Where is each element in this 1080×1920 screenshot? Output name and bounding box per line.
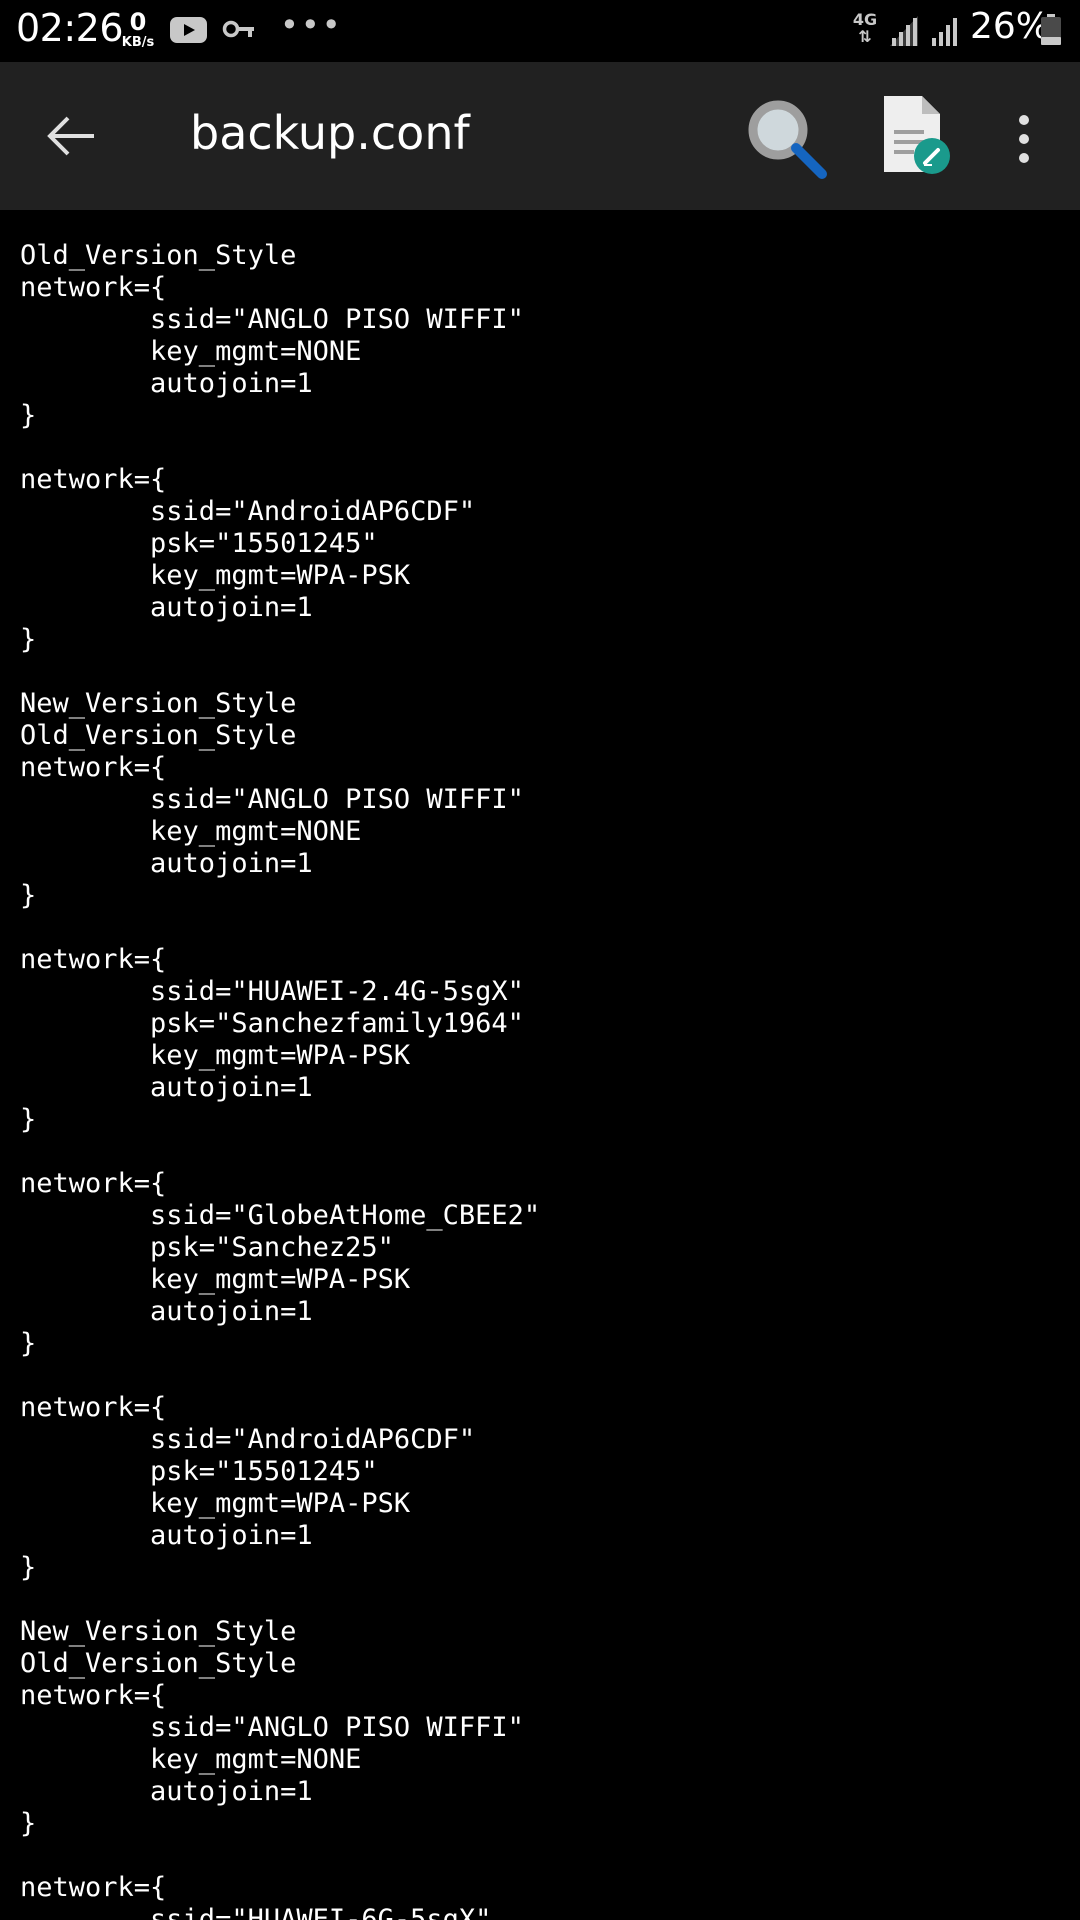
file-line: } [20, 624, 37, 655]
network-speed-value: 0 [129, 8, 147, 36]
file-line: psk="15501245" [20, 528, 378, 559]
file-line: key_mgmt=WPA-PSK [20, 560, 411, 591]
file-line: ssid="HUAWEI-6G-5sgX" [20, 1904, 492, 1920]
file-line: key_mgmt=NONE [20, 816, 362, 847]
battery-percentage: 26% [970, 6, 1051, 47]
youtube-icon [170, 17, 207, 43]
file-line: network={ [20, 752, 167, 783]
file-line: ssid="AndroidAP6CDF" [20, 496, 476, 527]
file-line: key_mgmt=NONE [20, 336, 362, 367]
file-line: key_mgmt=NONE [20, 1744, 362, 1775]
vpn-key-icon [222, 14, 256, 48]
file-title: backup.conf [190, 106, 470, 160]
file-line: autojoin=1 [20, 1776, 313, 1807]
app-bar: backup.conf [0, 62, 1080, 210]
battery-icon [1040, 14, 1062, 46]
file-line: ssid="HUAWEI-2.4G-5sgX" [20, 976, 524, 1007]
file-line: autojoin=1 [20, 368, 313, 399]
file-text[interactable]: Old_Version_Style network={ ssid="ANGLO … [20, 240, 540, 1920]
file-line: New_Version_Style [20, 688, 297, 719]
file-line: network={ [20, 1680, 167, 1711]
file-line: autojoin=1 [20, 1296, 313, 1327]
file-line: } [20, 400, 37, 431]
file-line: network={ [20, 1872, 167, 1903]
file-line: Old_Version_Style [20, 1648, 297, 1679]
edit-document-icon[interactable] [880, 94, 950, 176]
back-arrow-icon[interactable] [40, 106, 100, 166]
file-line: psk="15501245" [20, 1456, 378, 1487]
file-line: key_mgmt=WPA-PSK [20, 1040, 411, 1071]
data-activity-icon: ⇅ [858, 27, 872, 46]
file-line: autojoin=1 [20, 1072, 313, 1103]
file-line: ssid="GlobeAtHome_CBEE2" [20, 1200, 541, 1231]
signal-icon [888, 14, 920, 52]
file-line: network={ [20, 1168, 167, 1199]
file-line: key_mgmt=WPA-PSK [20, 1488, 411, 1519]
file-line: ssid="AndroidAP6CDF" [20, 1424, 476, 1455]
file-line: } [20, 880, 37, 911]
status-time: 02:26 [16, 6, 124, 50]
file-line: Old_Version_Style [20, 240, 297, 271]
network-type-indicator: 4G ⇅ [850, 12, 880, 45]
signal-icon-sim2 [928, 14, 960, 52]
file-line: psk="Sanchezfamily1964" [20, 1008, 524, 1039]
file-line: key_mgmt=WPA-PSK [20, 1264, 411, 1295]
file-line: autojoin=1 [20, 848, 313, 879]
file-line: Old_Version_Style [20, 720, 297, 751]
file-line: psk="Sanchez25" [20, 1232, 394, 1263]
file-line: } [20, 1104, 37, 1135]
file-line: } [20, 1328, 37, 1359]
file-line: New_Version_Style [20, 1616, 297, 1647]
search-icon[interactable] [742, 94, 832, 184]
file-line: network={ [20, 272, 167, 303]
file-line: ssid="ANGLO PISO WIFFI" [20, 1712, 524, 1743]
file-line: autojoin=1 [20, 1520, 313, 1551]
file-content-area[interactable]: Old_Version_Style network={ ssid="ANGLO … [0, 210, 1080, 1920]
more-vert-icon[interactable] [1004, 104, 1044, 174]
file-line: ssid="ANGLO PISO WIFFI" [20, 784, 524, 815]
file-line: autojoin=1 [20, 592, 313, 623]
file-line: network={ [20, 1392, 167, 1423]
file-line: network={ [20, 464, 167, 495]
file-line: network={ [20, 944, 167, 975]
more-notifications-icon: ••• [280, 6, 343, 44]
file-line: } [20, 1552, 37, 1583]
network-speed: 0 KB/s [118, 10, 158, 49]
network-speed-unit: KB/s [121, 35, 155, 50]
file-line: ssid="ANGLO PISO WIFFI" [20, 304, 524, 335]
status-bar: 02:26 0 KB/s ••• 4G ⇅ 26% [0, 0, 1080, 62]
file-line: } [20, 1808, 37, 1839]
